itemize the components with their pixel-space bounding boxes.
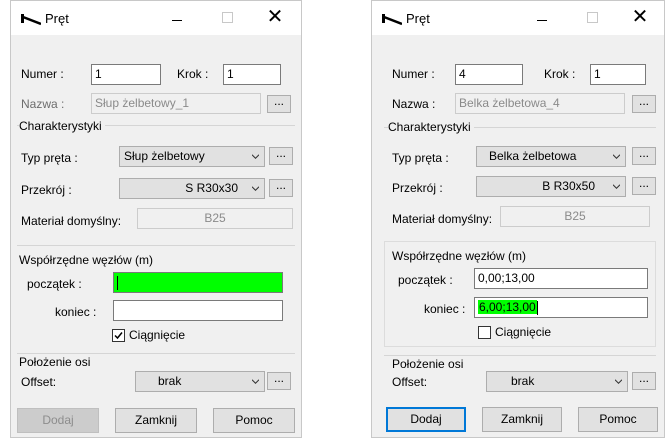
text-caret bbox=[536, 300, 538, 315]
text-caret bbox=[117, 275, 118, 290]
minimize-icon[interactable] bbox=[524, 1, 560, 35]
dialog-pret-right: Pręt ✕ Numer : 4 Krok : 1 Nazwa : Belka … bbox=[371, 0, 665, 438]
numer-input[interactable]: 1 bbox=[91, 64, 161, 85]
typ-preta-browse-button[interactable]: ... bbox=[269, 147, 293, 165]
przekroj-select[interactable]: S R30x30 bbox=[119, 178, 265, 199]
dialog-title: Pręt bbox=[406, 11, 430, 26]
koniec-input[interactable] bbox=[113, 300, 283, 321]
minimize-icon[interactable] bbox=[159, 1, 195, 35]
koniec-input[interactable]: 6,00;13,00 bbox=[474, 297, 648, 318]
poczatek-label: początek : bbox=[27, 277, 82, 291]
zamknij-button[interactable]: Zamknij bbox=[482, 407, 562, 432]
przekroj-label: Przekrój : bbox=[392, 181, 443, 195]
przekroj-browse-button[interactable]: ... bbox=[632, 177, 656, 195]
przekroj-value: S R30x30 bbox=[185, 181, 238, 195]
polozenie-label: Położenie osi bbox=[392, 357, 464, 371]
wspolrzedne-divider bbox=[17, 245, 295, 246]
offset-select[interactable]: brak bbox=[135, 371, 265, 392]
material-label: Materiał domyślny: bbox=[392, 212, 493, 226]
offset-select[interactable]: brak bbox=[486, 371, 628, 392]
dodaj-button[interactable]: Dodaj bbox=[17, 408, 99, 433]
koniec-label: koniec : bbox=[55, 305, 97, 319]
chevron-down-icon bbox=[252, 154, 259, 159]
charakterystyki-label: Charakterystyki bbox=[19, 119, 105, 133]
ciagniecie-checkbox[interactable] bbox=[112, 329, 125, 342]
material-select: B25 bbox=[500, 206, 650, 227]
title-bar: Pręt ✕ bbox=[11, 1, 301, 35]
polozenie-label: Położenie osi bbox=[19, 355, 91, 369]
numer-label: Numer : bbox=[21, 67, 64, 81]
krok-label: Krok : bbox=[544, 67, 576, 81]
nazwa-label: Nazwa : bbox=[21, 97, 65, 111]
ciagniecie-label: Ciągnięcie bbox=[495, 325, 552, 339]
przekroj-value: B R30x50 bbox=[542, 179, 595, 193]
koniec-label: koniec : bbox=[424, 302, 466, 316]
dialog-title: Pręt bbox=[45, 11, 69, 26]
offset-label: Offset: bbox=[21, 375, 57, 389]
chevron-down-icon bbox=[252, 186, 259, 191]
przekroj-browse-button[interactable]: ... bbox=[269, 179, 293, 197]
nazwa-label: Nazwa : bbox=[392, 97, 436, 111]
nazwa-input: Słup żelbetowy_1 bbox=[91, 93, 261, 114]
poczatek-input[interactable] bbox=[113, 272, 283, 293]
offset-browse-button[interactable]: ... bbox=[632, 372, 656, 390]
numer-label: Numer : bbox=[392, 67, 435, 81]
krok-label: Krok : bbox=[177, 67, 209, 81]
nazwa-input: Belka żelbetowa_4 bbox=[455, 93, 625, 114]
zamknij-button[interactable]: Zamknij bbox=[115, 408, 197, 433]
przekroj-select[interactable]: B R30x50 bbox=[476, 176, 626, 197]
ciagniecie-checkbox[interactable] bbox=[478, 326, 491, 339]
offset-label: Offset: bbox=[392, 375, 428, 389]
maximize-icon[interactable] bbox=[574, 1, 610, 35]
offset-value: brak bbox=[511, 374, 535, 388]
typ-preta-label: Typ pręta : bbox=[392, 151, 449, 165]
typ-preta-browse-button[interactable]: ... bbox=[632, 147, 656, 165]
polozenie-divider bbox=[384, 355, 656, 356]
material-select: B25 bbox=[137, 208, 293, 229]
pomoc-button[interactable]: Pomoc bbox=[578, 407, 658, 432]
poczatek-input[interactable]: 0,00;13,00 bbox=[474, 268, 648, 289]
przekroj-label: Przekrój : bbox=[21, 183, 72, 197]
nazwa-browse-button[interactable]: ... bbox=[267, 95, 291, 113]
numer-input[interactable]: 4 bbox=[455, 64, 523, 85]
nazwa-browse-button[interactable]: ... bbox=[632, 95, 656, 113]
maximize-icon[interactable] bbox=[209, 1, 245, 35]
material-label: Materiał domyślny: bbox=[21, 214, 122, 228]
close-icon[interactable]: ✕ bbox=[622, 1, 658, 35]
wspolrzedne-label: Współrzędne węzłów (m) bbox=[392, 249, 527, 263]
beam-element-icon bbox=[21, 14, 41, 26]
typ-preta-select[interactable]: Słup żelbetowy bbox=[119, 146, 265, 167]
typ-preta-label: Typ pręta : bbox=[21, 151, 78, 165]
close-icon[interactable]: ✕ bbox=[257, 1, 293, 35]
charakterystyki-label: Charakterystyki bbox=[388, 120, 474, 134]
checkmark-icon bbox=[114, 332, 123, 340]
chevron-down-icon bbox=[615, 379, 622, 384]
typ-preta-value: Słup żelbetowy bbox=[124, 149, 205, 163]
ciagniecie-label: Ciągnięcie bbox=[129, 328, 186, 342]
title-bar: Pręt ✕ bbox=[372, 1, 664, 35]
offset-value: brak bbox=[158, 374, 182, 388]
wspolrzedne-label: Współrzędne węzłów (m) bbox=[19, 253, 154, 267]
dialog-pret-left: Pręt ✕ Numer : 1 Krok : 1 Nazwa : Słup ż… bbox=[10, 0, 302, 438]
poczatek-label: początek : bbox=[398, 273, 453, 287]
dodaj-button[interactable]: Dodaj bbox=[386, 407, 466, 432]
beam-element-icon bbox=[382, 14, 402, 26]
krok-input[interactable]: 1 bbox=[590, 64, 646, 85]
offset-browse-button[interactable]: ... bbox=[267, 372, 291, 390]
polozenie-divider bbox=[17, 353, 295, 354]
typ-preta-select[interactable]: Belka żelbetowa bbox=[476, 146, 626, 167]
pomoc-button[interactable]: Pomoc bbox=[213, 408, 295, 433]
chevron-down-icon bbox=[613, 154, 620, 159]
krok-input[interactable]: 1 bbox=[223, 64, 281, 85]
chevron-down-icon bbox=[613, 184, 620, 189]
typ-preta-value: Belka żelbetowa bbox=[489, 149, 577, 163]
chevron-down-icon bbox=[252, 379, 259, 384]
